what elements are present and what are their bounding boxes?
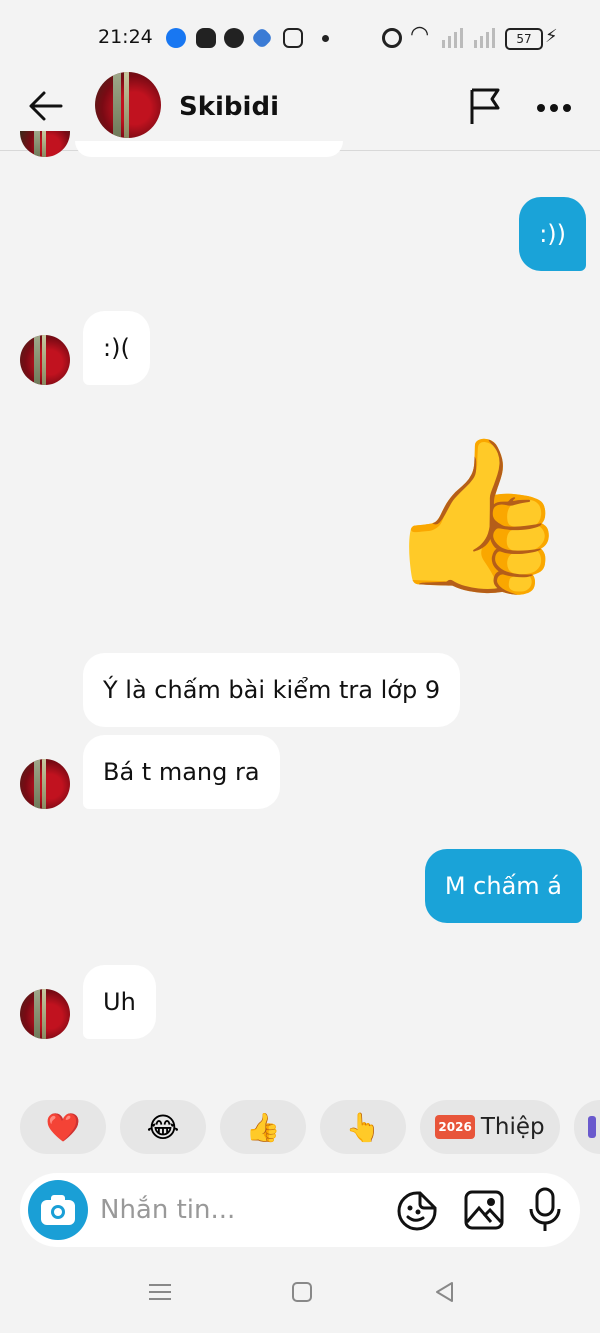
avatar[interactable] — [95, 72, 161, 138]
laughing-face-icon: 😂 — [146, 1110, 180, 1144]
message-bubble[interactable]: Ý là chấm bài kiểm tra lớp 9 — [83, 653, 461, 727]
avatar[interactable] — [20, 335, 70, 385]
more-icon[interactable] — [536, 98, 572, 117]
pointing-hand-icon: 👆 — [345, 1110, 381, 1144]
partial-icon — [588, 1116, 596, 1138]
chat-thread[interactable]: :)) :)( 👍 Ý là chấm bài kiểm tra lớp 9 B… — [0, 131, 600, 1091]
charging-icon: ⚡ — [545, 26, 558, 47]
message-input[interactable]: Nhắn tin... — [100, 1195, 235, 1225]
signal-icon — [472, 28, 496, 52]
previous-message-bubble — [75, 141, 343, 157]
message-bubble[interactable]: Uh — [83, 965, 156, 1039]
reaction-laugh-button[interactable]: 😂 — [120, 1100, 206, 1154]
chat-header: Skibidi — [0, 70, 600, 151]
instagram-icon — [283, 28, 303, 48]
avatar — [20, 131, 70, 157]
dot-icon — [322, 35, 329, 42]
message-bubble[interactable]: Bá t mang ra — [83, 735, 280, 809]
back-arrow-icon[interactable] — [28, 88, 64, 128]
calendar-2026-icon: 2026 — [435, 1115, 475, 1139]
card-button[interactable]: 2026 Thiệp — [420, 1100, 560, 1154]
flag-icon[interactable] — [468, 86, 504, 130]
status-time: 21:24 — [98, 26, 153, 48]
sticker-icon[interactable] — [396, 1190, 438, 1236]
card-label: Thiệp — [480, 1114, 545, 1140]
contact-name[interactable]: Skibidi — [179, 92, 279, 122]
reaction-point-up-button[interactable]: 👆 — [320, 1100, 406, 1154]
more-reactions-button[interactable] — [574, 1100, 600, 1154]
message-bubble[interactable]: :)( — [83, 311, 150, 385]
message-composer[interactable]: Nhắn tin... — [20, 1173, 580, 1247]
avatar[interactable] — [20, 989, 70, 1039]
gallery-icon[interactable] — [464, 1190, 504, 1234]
reaction-thumbs-up-button[interactable]: 👍 — [220, 1100, 306, 1154]
thumbs-up-emoji-message[interactable]: 👍 — [383, 426, 570, 606]
message-bubble[interactable]: M chấm á — [424, 849, 582, 923]
camera-icon — [40, 1194, 76, 1230]
battery-icon: 57 — [505, 28, 543, 50]
back-icon[interactable] — [432, 1280, 456, 1308]
thumbs-up-icon: 👍 — [245, 1110, 281, 1144]
camera-button[interactable] — [28, 1180, 88, 1240]
app-icon — [250, 26, 274, 50]
status-bar: 21:24 ◠ 57 ⚡ — [0, 0, 600, 70]
home-icon[interactable] — [290, 1280, 314, 1308]
alarm-icon — [382, 28, 402, 48]
signal-icon — [440, 28, 464, 52]
recent-apps-icon[interactable] — [148, 1280, 172, 1308]
microphone-icon[interactable] — [528, 1187, 562, 1237]
reaction-heart-button[interactable]: ❤️ — [20, 1100, 106, 1154]
messenger-icon — [224, 28, 244, 48]
facebook-icon — [166, 28, 186, 48]
snapchat-icon — [196, 28, 216, 48]
message-bubble[interactable]: :)) — [519, 197, 586, 271]
wifi-icon: ◠ — [410, 22, 430, 47]
heart-icon: ❤️ — [45, 1110, 81, 1144]
avatar[interactable] — [20, 759, 70, 809]
